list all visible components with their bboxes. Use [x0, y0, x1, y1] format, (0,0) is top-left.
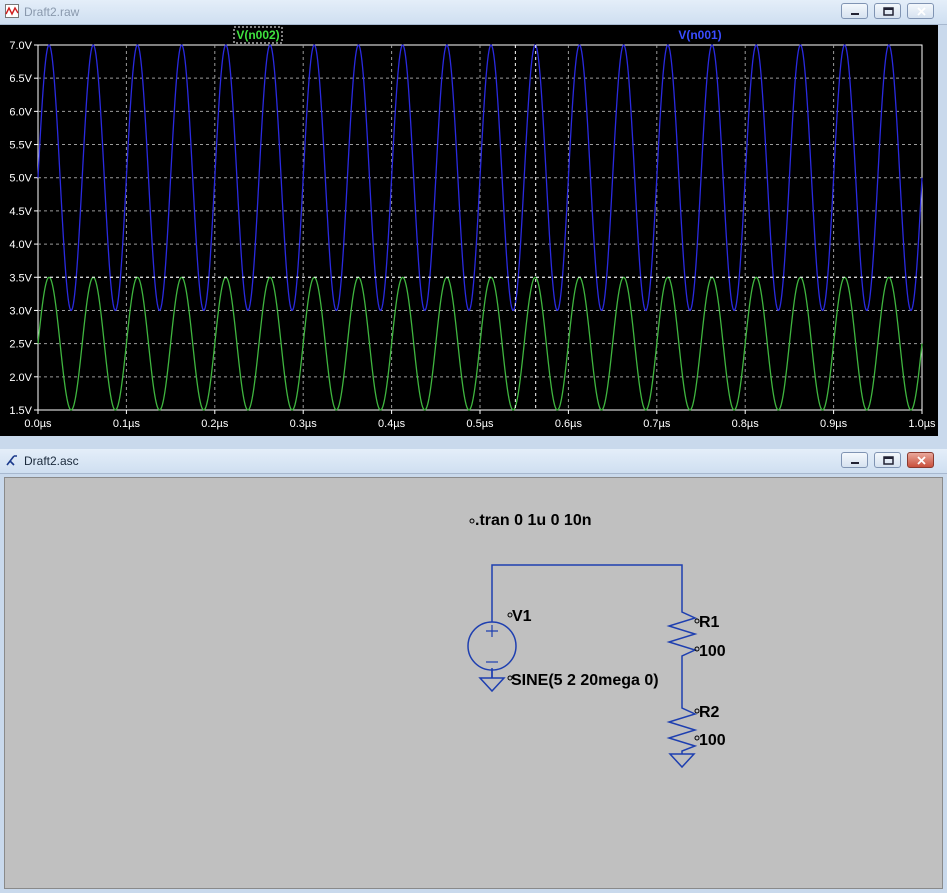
r1-value[interactable]: 100: [699, 643, 726, 660]
source-name[interactable]: V1: [512, 608, 532, 625]
maximize-button[interactable]: [874, 3, 901, 19]
ytick-label: 5.5V: [9, 140, 32, 152]
xtick-label: 0.6µs: [555, 418, 583, 430]
schematic-canvas[interactable]: .tran 0 1u 0 10n V1 SINE(5 2 20mega 0) R…: [4, 477, 943, 889]
minimize-icon: [851, 462, 859, 464]
directive-anchor-icon: [469, 518, 475, 524]
xtick-label: 0.7µs: [643, 418, 671, 430]
ytick-label: 5.0V: [9, 173, 32, 185]
schematic-icon: [6, 455, 17, 466]
xtick-label: 0.3µs: [290, 418, 318, 430]
source-value[interactable]: SINE(5 2 20mega 0): [511, 672, 659, 689]
trace-label[interactable]: V(n001): [678, 28, 721, 42]
ytick-label: 2.5V: [9, 339, 32, 351]
ytick-label: 3.5V: [9, 272, 32, 284]
plot-titlebar[interactable]: Draft2.raw: [0, 0, 947, 25]
r1-name[interactable]: R1: [699, 614, 720, 631]
ytick-label: 3.0V: [9, 305, 32, 317]
resistor-r2-icon[interactable]: [666, 702, 698, 754]
resistor-r1-icon[interactable]: [666, 606, 698, 702]
plot-window: Draft2.raw 7.0V 6.5V 6.0V 5.5V 5.0V 4.5V 4.0V 3…: [0, 0, 947, 440]
tran-directive[interactable]: .tran 0 1u 0 10n: [475, 512, 592, 529]
schematic-titlebar[interactable]: Draft2.asc: [0, 449, 947, 474]
ytick-label: 2.0V: [9, 372, 32, 384]
xtick-label: 0.9µs: [820, 418, 848, 430]
schematic-window: Draft2.asc .tran 0 1u 0 10n V1 SINE(5 2 …: [0, 449, 947, 892]
xtick-label: 0.4µs: [378, 418, 406, 430]
xtick-label: 0.1µs: [113, 418, 141, 430]
maximize-button[interactable]: [874, 452, 901, 468]
ytick-label: 7.0V: [9, 40, 32, 52]
maximize-icon: [883, 7, 894, 16]
maximize-icon: [883, 456, 894, 465]
close-button[interactable]: [907, 3, 934, 19]
minimize-icon: [851, 13, 859, 15]
xtick-label: 0.0µs: [24, 418, 52, 430]
waveform-icon: [5, 4, 19, 18]
minimize-button[interactable]: [841, 452, 868, 468]
schematic-window-title: Draft2.asc: [24, 454, 79, 468]
ytick-label: 6.5V: [9, 73, 32, 85]
xtick-label: 0.2µs: [201, 418, 229, 430]
ytick-label: 4.5V: [9, 206, 32, 218]
ground-icon[interactable]: [478, 677, 506, 693]
xtick-label: 0.8µs: [732, 418, 760, 430]
r2-name[interactable]: R2: [699, 704, 720, 721]
close-button[interactable]: [907, 452, 934, 468]
waveform-plot[interactable]: 7.0V 6.5V 6.0V 5.5V 5.0V 4.5V 4.0V 3.5V 3.0V 2.5V…: [0, 25, 938, 436]
ground-icon[interactable]: [668, 753, 696, 769]
xtick-label: 1.0µs: [908, 418, 936, 430]
top-wire[interactable]: [491, 564, 683, 610]
r2-value[interactable]: 100: [699, 732, 726, 749]
ytick-label: 1.5V: [9, 405, 32, 417]
ytick-label: 4.0V: [9, 239, 32, 251]
xtick-label: 0.5µs: [466, 418, 494, 430]
plot-window-title: Draft2.raw: [24, 5, 80, 19]
plus-icon: [486, 625, 498, 637]
ytick-label: 6.0V: [9, 106, 32, 118]
series-line-v-n001[interactable]: [37, 44, 923, 311]
schematic-drawing[interactable]: .tran 0 1u 0 10n V1 SINE(5 2 20mega 0) R…: [5, 478, 942, 888]
waveform-chart[interactable]: 7.0V 6.5V 6.0V 5.5V 5.0V 4.5V 4.0V 3.5V 3.0V 2.5V…: [0, 25, 938, 436]
close-icon: [917, 456, 926, 465]
trace-label[interactable]: V(n002): [236, 28, 279, 42]
close-icon: [917, 7, 926, 16]
minimize-button[interactable]: [841, 3, 868, 19]
